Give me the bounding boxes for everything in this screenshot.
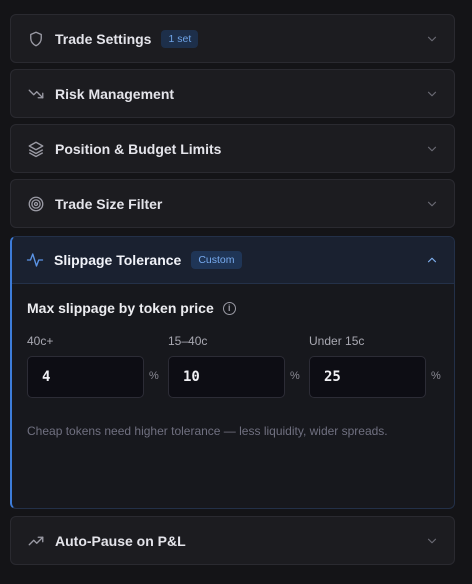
trade-settings-header[interactable]: Trade Settings 1 set — [11, 15, 454, 62]
field-label: 15–40c — [168, 334, 208, 348]
target-icon — [27, 195, 45, 213]
info-icon[interactable]: i — [222, 301, 236, 315]
slippage-fields: 40c+ 4 % 15–40c 10 % Under 15c 25 % — [27, 334, 441, 404]
status-badge: 1 set — [161, 29, 199, 48]
chevron-down-icon — [425, 142, 439, 156]
chevron-down-icon — [425, 534, 439, 548]
section-title: Auto-Pause on P&L — [55, 532, 186, 549]
slippage-hint: Cheap tokens need higher tolerance — les… — [27, 424, 388, 438]
section-title: Slippage Tolerance — [54, 252, 182, 268]
chevron-up-icon — [425, 253, 439, 267]
position-budget-limits-header[interactable]: Position & Budget Limits — [11, 125, 454, 172]
custom-badge: Custom — [191, 251, 242, 269]
trend-down-icon — [27, 85, 45, 103]
chevron-down-icon — [425, 32, 439, 46]
slippage-tolerance-panel: Slippage Tolerance Custom Max slippage b… — [10, 236, 455, 509]
section-title: Position & Budget Limits — [55, 140, 222, 157]
trade-size-filter-header[interactable]: Trade Size Filter — [11, 180, 454, 227]
position-budget-limits-panel: Position & Budget Limits — [10, 124, 455, 173]
field-label: Under 15c — [309, 334, 365, 348]
auto-pause-header[interactable]: Auto-Pause on P&L — [11, 517, 454, 564]
slippage-field-40c-plus: 40c+ 4 % — [27, 334, 159, 398]
trade-size-filter-panel: Trade Size Filter — [10, 179, 455, 228]
percent-unit: % — [290, 370, 300, 382]
slippage-input-under-15c[interactable]: 25 — [309, 356, 426, 398]
section-title: Trade Size Filter — [55, 195, 163, 212]
slippage-input-15-40c[interactable]: 10 — [168, 356, 285, 398]
slippage-subheading: Max slippage by token price — [27, 300, 214, 316]
trade-settings-panel: Trade Settings 1 set — [10, 14, 455, 63]
risk-management-panel: Risk Management — [10, 69, 455, 118]
section-title: Risk Management — [55, 85, 175, 102]
chevron-down-icon — [425, 197, 439, 211]
chevron-down-icon — [425, 87, 439, 101]
activity-icon — [26, 251, 44, 269]
slippage-subheading-row: Max slippage by token price i — [27, 300, 439, 316]
slippage-body: Max slippage by token price i 40c+ 4 % 1… — [12, 284, 454, 438]
percent-unit: % — [431, 370, 441, 382]
field-label: 40c+ — [27, 334, 54, 348]
auto-pause-panel: Auto-Pause on P&L — [10, 516, 455, 565]
slippage-input-40c-plus[interactable]: 4 — [27, 356, 144, 398]
percent-unit: % — [149, 370, 159, 382]
section-title: Trade Settings — [55, 30, 152, 47]
slippage-tolerance-header[interactable]: Slippage Tolerance Custom — [12, 237, 454, 284]
trend-up-icon — [27, 532, 45, 550]
slippage-field-15-40c: 15–40c 10 % — [168, 334, 300, 398]
risk-management-header[interactable]: Risk Management — [11, 70, 454, 117]
shield-icon — [27, 30, 45, 48]
slippage-field-under-15c: Under 15c 25 % — [309, 334, 441, 398]
layers-icon — [27, 140, 45, 158]
